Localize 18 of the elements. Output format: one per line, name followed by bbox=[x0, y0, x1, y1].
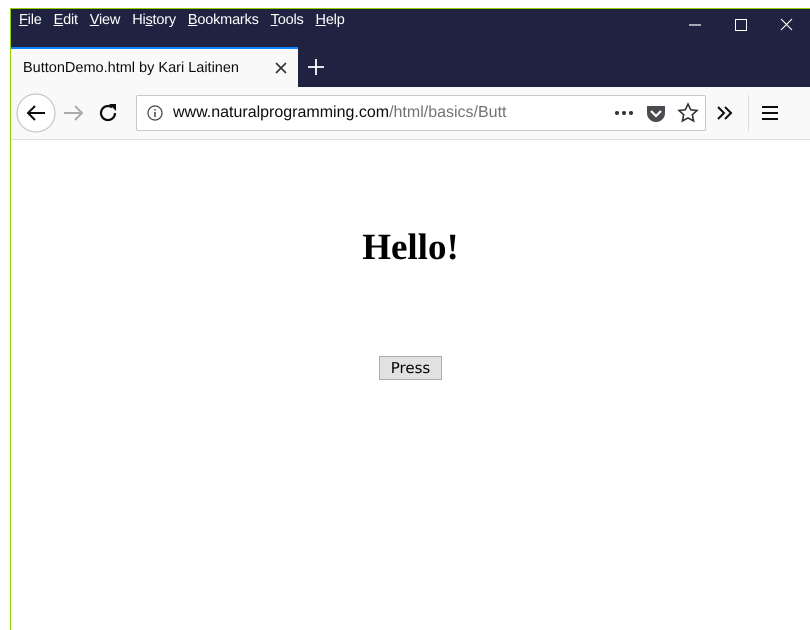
menu-item[interactable]: Help bbox=[310, 12, 351, 28]
close-tab-icon[interactable] bbox=[274, 61, 288, 75]
menu-item[interactable]: Tools bbox=[264, 12, 310, 28]
address-bar[interactable]: www.naturalprogramming.com/html/basics/Butt bbox=[136, 95, 706, 131]
menu-item[interactable]: File bbox=[13, 12, 48, 28]
info-icon[interactable] bbox=[147, 105, 163, 121]
back-button[interactable] bbox=[16, 93, 56, 133]
menu-item[interactable]: Edit bbox=[48, 12, 84, 28]
new-tab-icon[interactable] bbox=[306, 57, 326, 77]
page-heading: Hello! bbox=[362, 226, 459, 269]
pocket-icon[interactable] bbox=[645, 103, 667, 123]
star-icon[interactable] bbox=[677, 102, 699, 124]
menu-item[interactable]: History bbox=[126, 12, 182, 28]
browser-tab[interactable]: ButtonDemo.html by Kari Laitinen bbox=[11, 47, 298, 87]
menu-item[interactable]: Bookmarks bbox=[182, 12, 265, 28]
url-text: www.naturalprogramming.com/html/basics/Butt bbox=[173, 104, 508, 122]
menu-item[interactable]: View bbox=[84, 12, 126, 28]
press-button[interactable]: Press bbox=[378, 356, 442, 380]
